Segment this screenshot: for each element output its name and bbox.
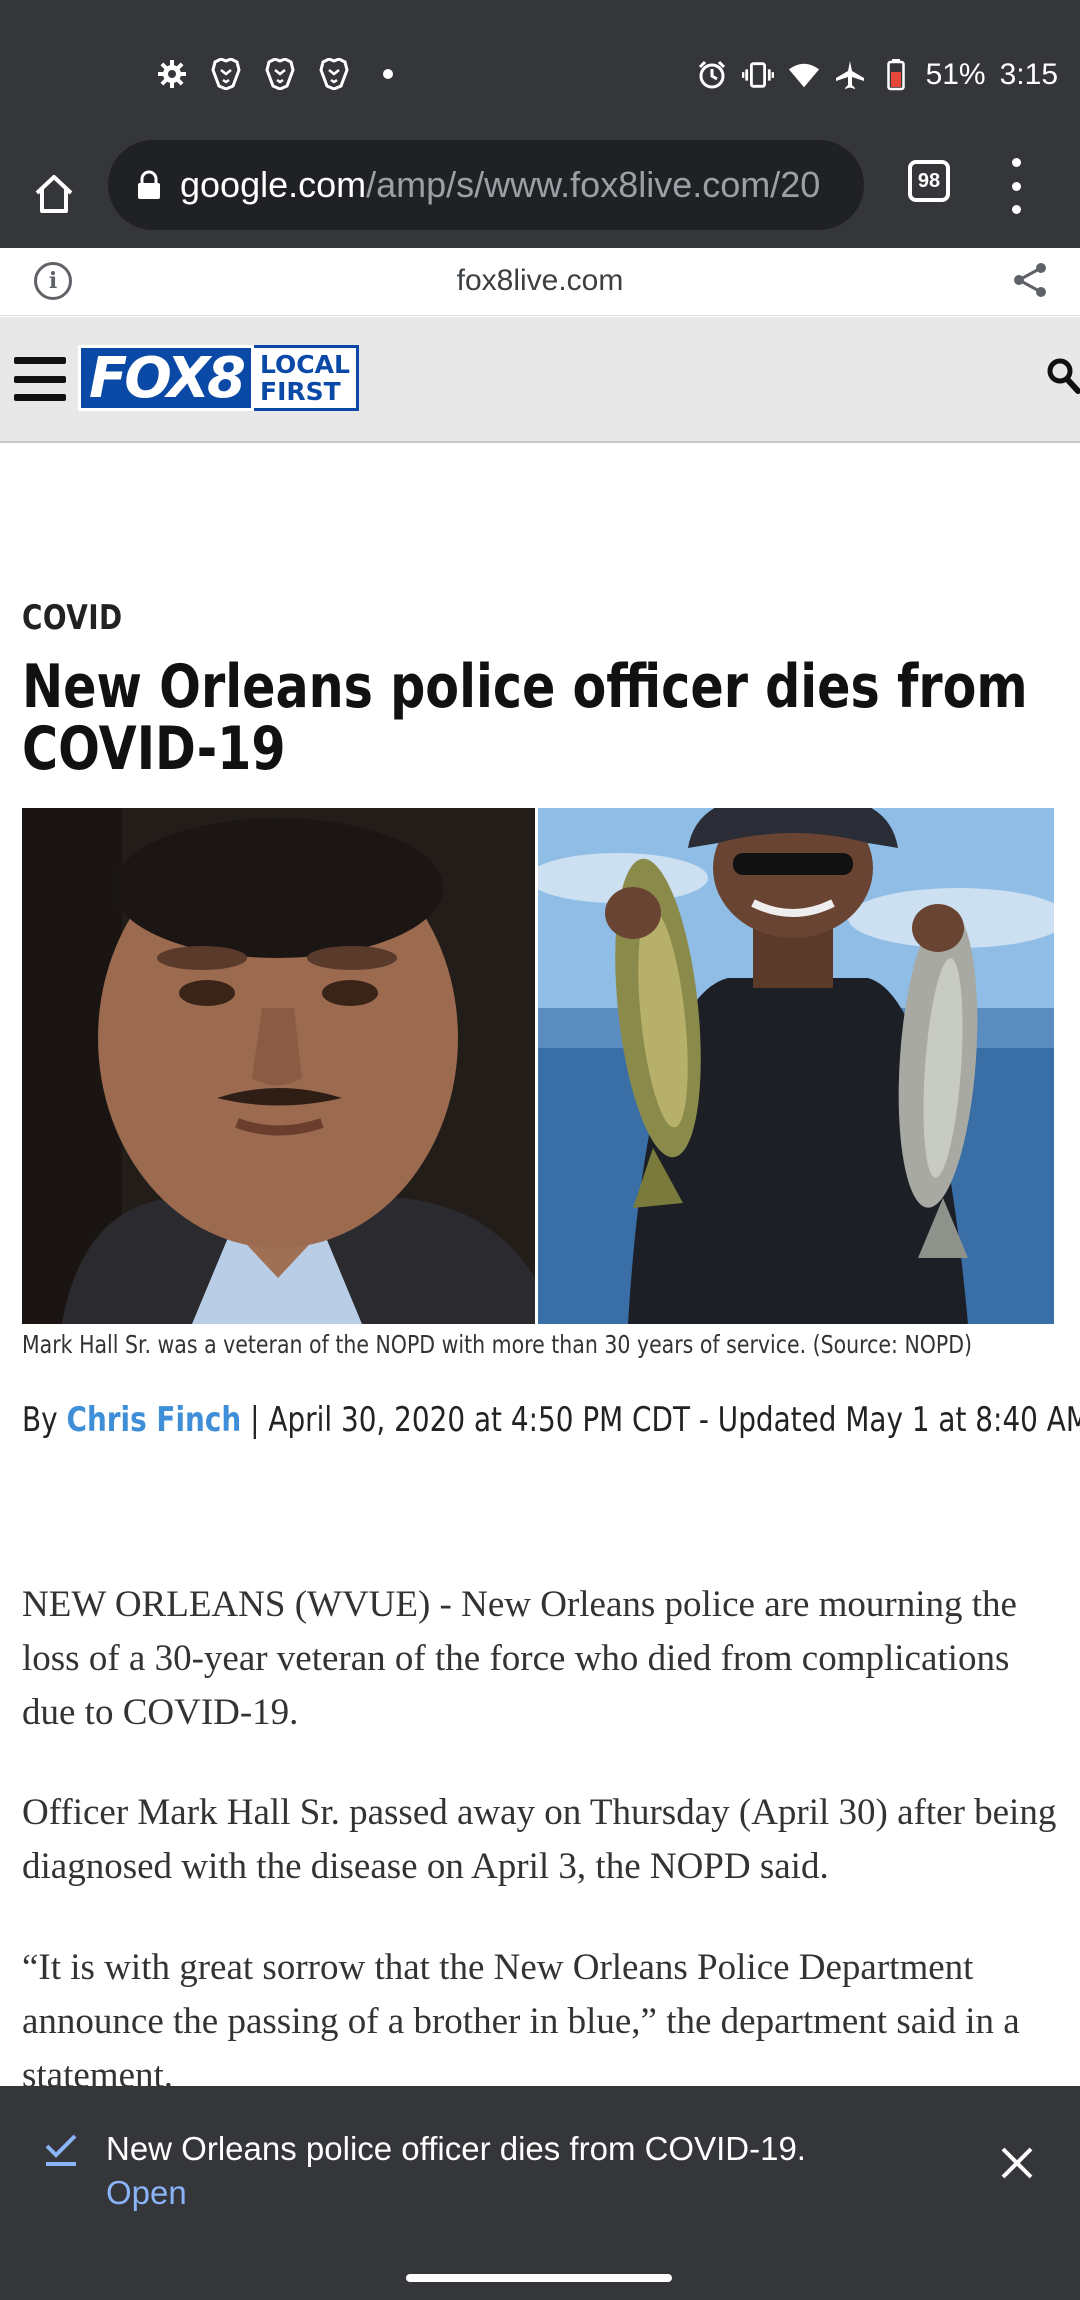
- browser-toolbar: google.com/amp/s/www.fox8live.com/20 98: [0, 140, 1080, 248]
- author-link[interactable]: Chris Finch: [66, 1400, 241, 1440]
- url-path: /amp/s/www.fox8live.com/20: [366, 164, 821, 205]
- clock: 3:15: [999, 58, 1058, 91]
- byline-prefix: By: [22, 1400, 58, 1440]
- menu-dot: [1011, 205, 1021, 214]
- menu-line: [14, 394, 66, 401]
- brave-lion-icon: [210, 58, 242, 90]
- home-icon: [35, 175, 73, 213]
- tab-switcher-button[interactable]: 98: [908, 160, 950, 202]
- article-paragraph: “It is with great sorrow that the New Or…: [22, 1947, 1020, 2096]
- close-icon[interactable]: [1000, 2146, 1034, 2180]
- brave-lion-icon: [318, 58, 350, 90]
- photo-caption: Mark Hall Sr. was a veteran of the NOPD …: [22, 1330, 973, 1359]
- share-button[interactable]: [1010, 260, 1050, 300]
- gesture-nav-bar: [0, 2250, 1080, 2300]
- status-right-icons: 51% 3:15: [696, 58, 1058, 92]
- fishing-photo: [538, 808, 1054, 1324]
- amp-domain[interactable]: fox8live.com: [0, 264, 1080, 298]
- brave-lion-icon: [264, 58, 296, 90]
- article-photo[interactable]: [22, 808, 1054, 1324]
- toast-message: New Orleans police officer dies from COV…: [106, 2130, 806, 2167]
- download-complete-toast: New Orleans police officer dies from COV…: [0, 2086, 1080, 2250]
- home-gesture-handle[interactable]: [406, 2274, 672, 2282]
- share-icon: [1014, 263, 1046, 297]
- vibrate-icon: [741, 59, 774, 91]
- url-bar[interactable]: google.com/amp/s/www.fox8live.com/20: [108, 140, 864, 230]
- article-category[interactable]: COVID: [22, 598, 123, 638]
- dot-icon: [372, 58, 404, 90]
- status-bar: 51% 3:15: [0, 0, 1080, 140]
- logo-fox8: FOX8: [78, 345, 255, 411]
- article-paragraph: NEW ORLEANS (WVUE) - New Orleans police …: [22, 1584, 1017, 1733]
- menu-line: [14, 375, 66, 383]
- search-icon[interactable]: [1046, 357, 1080, 397]
- byline-date: | April 30, 2020 at 4:50 PM CDT - Update…: [250, 1400, 1080, 1440]
- logo-line-2: FIRST: [260, 377, 341, 406]
- wifi-icon: [788, 59, 820, 91]
- status-left-icons: [156, 58, 404, 90]
- menu-dot: [1011, 181, 1021, 191]
- logo-line-1: LOCAL: [260, 350, 350, 379]
- menu-line: [14, 357, 66, 364]
- url-host: google.com: [180, 164, 367, 205]
- hamburger-menu-icon[interactable]: [14, 357, 66, 401]
- amp-header-bar: i fox8live.com: [0, 248, 1080, 316]
- battery-percent: 51%: [925, 58, 986, 91]
- article-paragraph: Officer Mark Hall Sr. passed away on Thu…: [22, 1792, 1057, 1887]
- article-headline: New Orleans police officer dies from COV…: [22, 652, 1028, 784]
- home-button[interactable]: [24, 164, 84, 224]
- logo-local-first: LOCAL FIRST: [254, 345, 359, 411]
- portrait-photo: [22, 808, 535, 1324]
- toast-open-button[interactable]: Open: [106, 2174, 187, 2212]
- site-header: FOX8 LOCAL FIRST: [0, 317, 1080, 443]
- browser-menu-button[interactable]: [1004, 158, 1028, 214]
- gear-icon: [156, 58, 188, 90]
- lock-icon: [138, 170, 160, 199]
- menu-dot: [1011, 158, 1021, 167]
- download-check-icon: [45, 2134, 77, 2166]
- airplane-icon: [834, 59, 866, 91]
- alarm-icon: [696, 59, 728, 91]
- battery-icon: [880, 59, 912, 91]
- byline: By Chris Finch | April 30, 2020 at 4:50 …: [22, 1400, 1080, 1440]
- fox8-logo[interactable]: FOX8 LOCAL FIRST: [78, 345, 359, 411]
